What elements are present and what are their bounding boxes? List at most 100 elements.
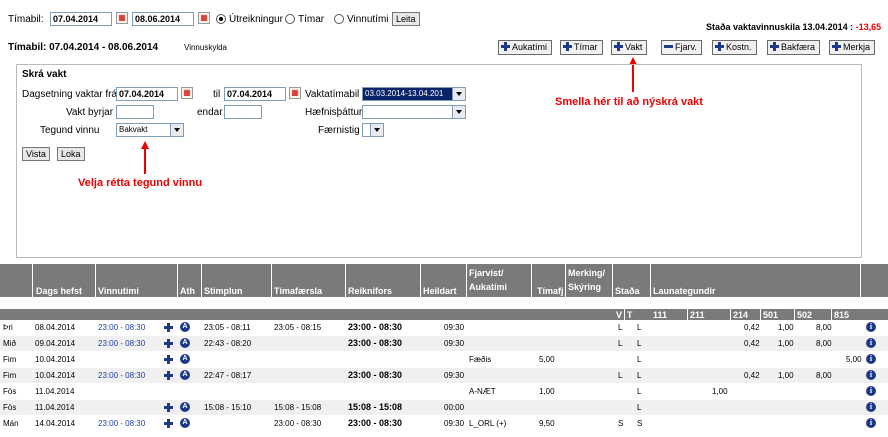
cell-p815: 5,00 bbox=[846, 355, 862, 364]
col-total[interactable]: Heildart bbox=[423, 286, 457, 296]
shift-label: Vakt bbox=[625, 42, 643, 52]
chevron-down-icon bbox=[452, 106, 465, 118]
shift-end-input[interactable] bbox=[224, 105, 262, 119]
calendar-icon[interactable]: ▦ bbox=[116, 12, 128, 24]
radio-hours[interactable] bbox=[285, 14, 295, 24]
cell-p211: 1,00 bbox=[712, 387, 728, 396]
cell-entry: 23:00 - 08:30 bbox=[274, 419, 322, 428]
table-row[interactable]: Fim 10.04.2014 23:00 - 08:30 22:47 - 08:17 2… bbox=[0, 368, 888, 383]
cost-button[interactable]: Kostn. bbox=[712, 40, 757, 55]
mark-label: Merkja bbox=[843, 42, 871, 52]
cell-hourly: 9,50 bbox=[539, 419, 555, 428]
note-a-icon[interactable]: A bbox=[180, 354, 190, 364]
col-time-entry[interactable]: Tímafærsla bbox=[274, 286, 322, 296]
cell-date: 10.04.2014 bbox=[35, 355, 76, 364]
col-hourly[interactable]: Tímafj bbox=[537, 286, 564, 296]
hours-label: Tímar bbox=[574, 42, 598, 52]
table-row[interactable]: Fim 10.04.2014 Fæðis 5,00 L 5,00 Ai bbox=[0, 352, 888, 367]
cell-punch: 22:43 - 08:20 bbox=[204, 339, 252, 348]
add-note-icon[interactable] bbox=[164, 339, 173, 348]
cell-calc: 23:00 - 08:30 bbox=[348, 338, 403, 348]
hours-button[interactable]: Tímar bbox=[560, 40, 603, 55]
col-punch[interactable]: Stimplun bbox=[204, 286, 243, 296]
mark-button[interactable]: Merkja bbox=[829, 40, 876, 55]
radio-label-hours: Tímar bbox=[298, 14, 325, 25]
table-row[interactable]: Mán 14.04.2014 23:00 - 08:30 23:00 - 08:30 2… bbox=[0, 416, 888, 431]
table-row[interactable]: Fös 11.04.2014 15:08 - 15:10 15:08 - 15:08 1… bbox=[0, 400, 888, 415]
cell-calc: 15:08 - 15:08 bbox=[348, 402, 403, 412]
col-ath[interactable]: Ath bbox=[180, 286, 195, 296]
level-select[interactable] bbox=[362, 123, 384, 137]
reverse-button[interactable]: Bakfæra bbox=[767, 40, 821, 55]
shift-date-to-input[interactable] bbox=[224, 87, 286, 101]
overtime-button[interactable]: Aukatími bbox=[498, 40, 553, 55]
close-button[interactable]: Loka bbox=[57, 147, 85, 161]
info-icon[interactable]: i bbox=[866, 322, 876, 332]
add-note-icon[interactable] bbox=[164, 371, 173, 380]
info-icon[interactable]: i bbox=[866, 418, 876, 428]
col-divider bbox=[794, 309, 795, 320]
cell-p502: 8,00 bbox=[816, 339, 832, 348]
shift-button[interactable]: Vakt bbox=[611, 40, 648, 55]
cell-work[interactable]: 23:00 - 08:30 bbox=[98, 336, 145, 351]
col-calc[interactable]: Reiknifors bbox=[348, 286, 392, 296]
note-a-icon[interactable]: A bbox=[180, 370, 190, 380]
col-status[interactable]: Staða bbox=[615, 286, 640, 296]
plus-icon bbox=[770, 42, 779, 51]
note-a-icon[interactable]: A bbox=[180, 322, 190, 332]
absence-button[interactable]: Fjarv. bbox=[661, 40, 702, 55]
col-paytypes[interactable]: Launategundir bbox=[653, 286, 716, 296]
period-label: Tímabil: bbox=[8, 14, 44, 25]
add-note-icon[interactable] bbox=[164, 419, 173, 428]
add-note-icon[interactable] bbox=[164, 403, 173, 412]
col-111: 111 bbox=[653, 310, 668, 320]
date-to-input[interactable] bbox=[132, 12, 194, 26]
info-icon[interactable]: i bbox=[866, 354, 876, 364]
cell-work[interactable]: 23:00 - 08:30 bbox=[98, 320, 145, 335]
info-icon[interactable]: i bbox=[866, 370, 876, 380]
radio-worktime[interactable] bbox=[334, 14, 344, 24]
cell-total: 09:30 bbox=[444, 323, 465, 332]
page-title: Tímabil: 07.04.2014 - 08.06.2014 bbox=[8, 42, 159, 53]
plus-icon bbox=[563, 42, 572, 51]
add-note-icon[interactable] bbox=[164, 323, 173, 332]
calendar-icon[interactable]: ▦ bbox=[198, 12, 210, 24]
col-marking[interactable]: Merking/ Skýring bbox=[568, 266, 612, 294]
shift-start-input[interactable] bbox=[116, 105, 154, 119]
info-icon[interactable]: i bbox=[866, 402, 876, 412]
cell-work[interactable]: 23:00 - 08:30 bbox=[98, 416, 145, 431]
note-a-icon[interactable]: A bbox=[180, 338, 190, 348]
col-worktime[interactable]: Vinnutími bbox=[98, 286, 139, 296]
radio-calculation[interactable] bbox=[216, 14, 226, 24]
calendar-icon[interactable]: ▦ bbox=[289, 87, 301, 99]
chevron-down-icon bbox=[452, 88, 465, 100]
col-absence[interactable]: Fjarvist/ Aukatími bbox=[469, 266, 527, 294]
search-button[interactable]: Leita bbox=[392, 12, 420, 26]
info-icon[interactable]: i bbox=[866, 386, 876, 396]
table-row[interactable]: Mið 09.04.2014 23:00 - 08:30 22:43 - 08:20 2… bbox=[0, 336, 888, 351]
date-from-input[interactable] bbox=[50, 12, 112, 26]
skill-select[interactable] bbox=[362, 105, 466, 119]
info-icon[interactable]: i bbox=[866, 338, 876, 348]
col-date[interactable]: Dags hefst bbox=[36, 286, 82, 296]
table-row[interactable]: Þri 08.04.2014 23:00 - 08:30 23:05 - 08:11 2… bbox=[0, 320, 888, 335]
note-a-icon[interactable]: A bbox=[180, 402, 190, 412]
cell-status-t: S bbox=[637, 419, 643, 428]
cell-status-t: L bbox=[637, 323, 642, 332]
cell-day: Fös bbox=[3, 387, 17, 396]
cell-date: 11.04.2014 bbox=[35, 387, 75, 396]
table-row[interactable]: Fös 11.04.2014 A-NÆT 1,00 L 1,00 i bbox=[0, 384, 888, 399]
cell-entry: 15:08 - 15:08 bbox=[274, 403, 322, 412]
cell-status-t: L bbox=[637, 403, 642, 412]
save-button[interactable]: Vista bbox=[22, 147, 50, 161]
worktype-select[interactable]: Bakvakt bbox=[116, 123, 184, 137]
skill-label: Hæfnisþáttur bbox=[305, 107, 363, 118]
cell-work[interactable]: 23:00 - 08:30 bbox=[98, 368, 145, 383]
cell-total: 09:30 bbox=[444, 419, 465, 428]
shift-date-from-input[interactable] bbox=[116, 87, 178, 101]
calendar-icon[interactable]: ▦ bbox=[181, 87, 193, 99]
cell-p502: 8,00 bbox=[816, 371, 832, 380]
add-note-icon[interactable] bbox=[164, 355, 173, 364]
note-a-icon[interactable]: A bbox=[180, 418, 190, 428]
period-select[interactable]: 03.03.2014-13.04.201 bbox=[362, 87, 466, 101]
